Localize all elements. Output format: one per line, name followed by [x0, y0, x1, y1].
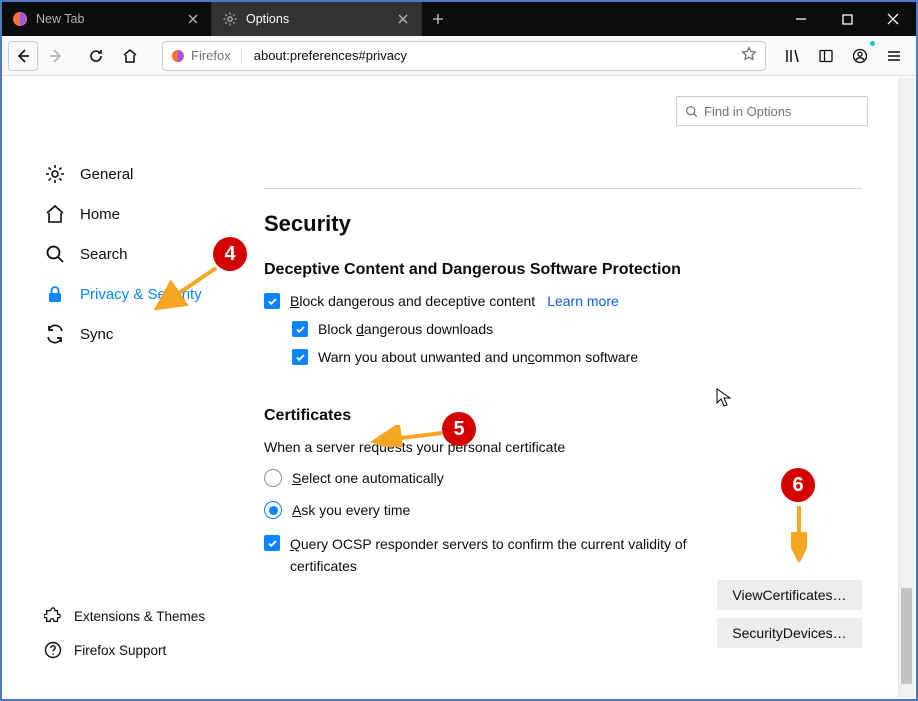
reload-button[interactable]: [80, 40, 112, 72]
checkbox-label: Warn you about unwanted and uncommon sof…: [318, 349, 638, 365]
cursor-icon: [716, 388, 732, 408]
url-bar[interactable]: Firefox about:preferences#privacy: [162, 41, 766, 71]
tab-close-icon[interactable]: [395, 11, 411, 27]
puzzle-icon: [44, 607, 62, 625]
checkbox-icon: [264, 293, 280, 309]
profile-notification-dot: [869, 40, 876, 47]
settings-panel: Security Deceptive Content and Dangerous…: [264, 188, 862, 578]
bookmark-star-icon[interactable]: [741, 46, 757, 65]
checkbox-warn-uncommon[interactable]: Warn you about unwanted and uncommon sof…: [292, 349, 862, 365]
find-placeholder: Find in Options: [704, 104, 791, 119]
sidebar-item-label: Sync: [80, 326, 113, 343]
sidebar-item-extensions[interactable]: Extensions & Themes: [38, 599, 258, 633]
sidebar-item-label: Home: [80, 206, 120, 223]
search-icon: [685, 105, 698, 118]
nav-toolbar: Firefox about:preferences#privacy: [2, 36, 916, 76]
checkbox-icon: [264, 535, 280, 551]
checkbox-icon: [292, 349, 308, 365]
sidebar-item-home[interactable]: Home: [38, 194, 238, 234]
scrollbar[interactable]: [898, 78, 914, 697]
window-controls: [778, 2, 916, 36]
sidebar-item-sync[interactable]: Sync: [38, 314, 238, 354]
scrollbar-thumb[interactable]: [901, 588, 912, 684]
titlebar: New Tab Options: [2, 2, 916, 36]
security-devices-button[interactable]: Security Devices…: [717, 618, 862, 648]
site-identity[interactable]: Firefox: [171, 48, 242, 63]
tab-new-tab[interactable]: New Tab: [2, 2, 212, 36]
url-text: about:preferences#privacy: [254, 48, 733, 63]
forward-button[interactable]: [40, 40, 72, 72]
checkbox-block-deceptive[interactable]: Block dangerous and deceptive contentLea…: [264, 293, 862, 309]
category-sidebar: General Home Search Privacy & Security S…: [38, 154, 238, 354]
annotation-arrow-4: [150, 262, 222, 312]
annotation-arrow-5: [370, 425, 448, 447]
checkbox-label: Query OCSP responder servers to confirm …: [290, 533, 704, 578]
learn-more-link[interactable]: Learn more: [547, 293, 619, 309]
maximize-button[interactable]: [824, 2, 870, 36]
annotation-arrow-6: [791, 502, 807, 562]
find-in-options[interactable]: Find in Options: [676, 96, 868, 126]
deceptive-heading: Deceptive Content and Dangerous Software…: [264, 261, 862, 279]
radio-icon: [264, 469, 282, 487]
sidebar-footer: Extensions & Themes Firefox Support: [38, 599, 258, 667]
annotation-4: 4: [213, 237, 247, 271]
certificates-description: When a server requests your personal cer…: [264, 439, 862, 455]
sidebar-item-support[interactable]: Firefox Support: [38, 633, 258, 667]
app-menu-button[interactable]: [878, 40, 910, 72]
radio-icon: [264, 501, 282, 519]
sidebar-toggle-button[interactable]: [810, 40, 842, 72]
sidebar-item-label: General: [80, 166, 133, 183]
close-window-button[interactable]: [870, 2, 916, 36]
radio-select-automatically[interactable]: Select one automatically: [264, 469, 862, 487]
question-icon: [44, 641, 62, 659]
sidebar-item-label: Search: [80, 246, 128, 263]
checkbox-label: Block dangerous and deceptive contentLea…: [290, 293, 619, 309]
sidebar-item-general[interactable]: General: [38, 154, 238, 194]
tab-options[interactable]: Options: [212, 2, 422, 36]
back-button[interactable]: [8, 41, 38, 71]
profile-button[interactable]: [844, 40, 876, 72]
radio-label: Ask you every time: [292, 502, 410, 518]
search-icon: [44, 243, 66, 265]
security-heading: Security: [264, 211, 862, 237]
certificates-heading: Certificates: [264, 407, 862, 425]
firefox-icon: [12, 11, 28, 27]
lock-icon: [44, 283, 66, 305]
radio-ask-every-time[interactable]: Ask you every time: [264, 501, 862, 519]
sidebar-item-label: Extensions & Themes: [74, 609, 205, 624]
checkbox-icon: [292, 321, 308, 337]
gear-icon: [222, 11, 238, 27]
sidebar-item-label: Firefox Support: [74, 643, 166, 658]
checkbox-block-downloads[interactable]: Block dangerous downloads: [292, 321, 862, 337]
annotation-5: 5: [442, 412, 476, 446]
gear-icon: [44, 163, 66, 185]
view-certificates-button[interactable]: View Certificates…: [717, 580, 862, 610]
annotation-6: 6: [781, 468, 815, 502]
library-button[interactable]: [776, 40, 808, 72]
checkbox-label: Block dangerous downloads: [318, 321, 493, 337]
checkbox-ocsp[interactable]: Query OCSP responder servers to confirm …: [264, 533, 704, 578]
home-icon: [44, 203, 66, 225]
radio-label: Select one automatically: [292, 470, 444, 486]
tab-close-icon[interactable]: [185, 11, 201, 27]
home-button[interactable]: [114, 40, 146, 72]
identity-label: Firefox: [191, 48, 231, 63]
sync-icon: [44, 323, 66, 345]
minimize-button[interactable]: [778, 2, 824, 36]
content-area: Find in Options General Home Search Priv…: [4, 78, 914, 697]
new-tab-button[interactable]: [422, 2, 454, 36]
section-divider: [264, 188, 862, 189]
tab-label: New Tab: [36, 12, 84, 26]
tab-label: Options: [246, 12, 289, 26]
